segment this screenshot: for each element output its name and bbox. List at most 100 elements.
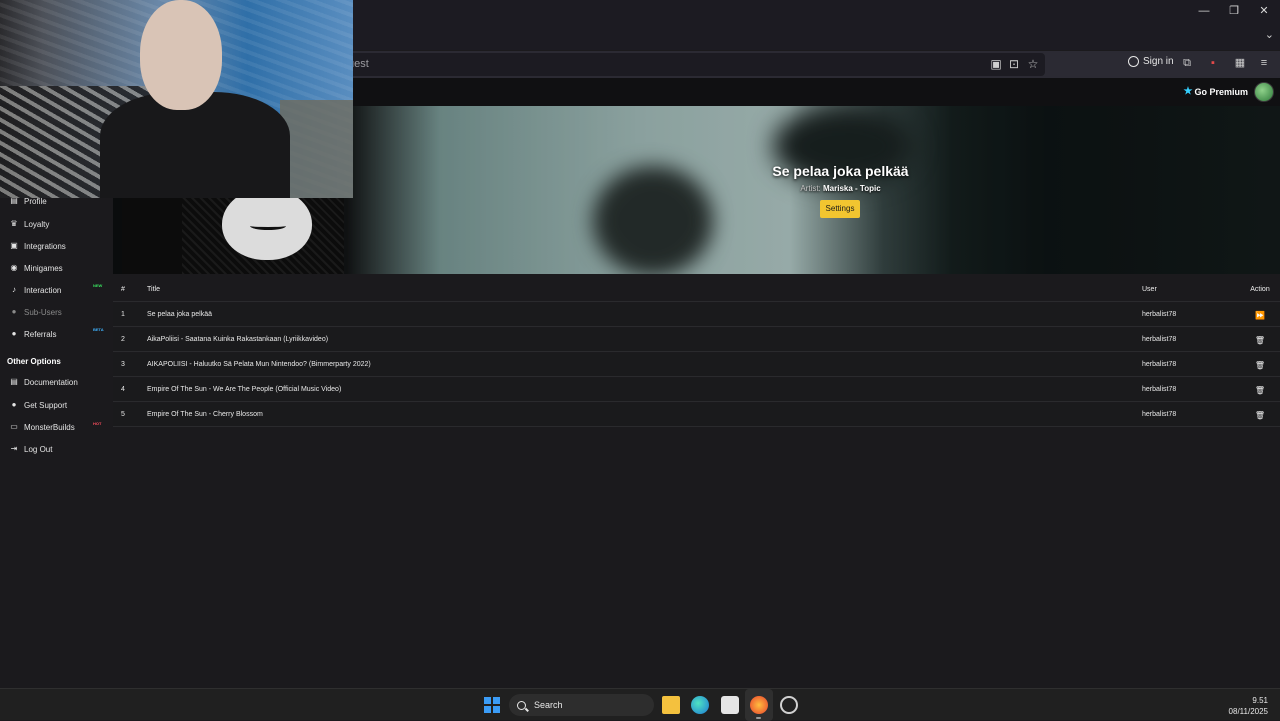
edge-browser-icon[interactable] — [691, 696, 709, 714]
album-cover-image — [122, 198, 344, 274]
header-user: User — [1142, 286, 1157, 293]
close-icon[interactable]: ✕ — [1250, 3, 1278, 19]
sidebar-item-monsterbuilds[interactable]: ▭ MonsterBuilds HOT — [0, 418, 113, 436]
taskbar-search[interactable]: Search — [509, 694, 654, 716]
hot-badge: HOT — [93, 421, 102, 426]
row-num: 2 — [121, 336, 125, 343]
app-icon[interactable] — [780, 696, 798, 714]
bookmark-star-icon[interactable]: ☆ — [1026, 57, 1040, 71]
artist-name: Mariska - Topic — [823, 184, 881, 193]
tab-list-chevron-icon[interactable]: ⌄ — [1265, 28, 1274, 41]
windows-start-icon[interactable] — [484, 697, 500, 713]
sidebar-item-label: Get Support — [24, 400, 68, 410]
sidebar-item-label: MonsterBuilds — [24, 422, 75, 432]
header-title: Title — [147, 286, 160, 293]
search-icon — [517, 700, 526, 710]
sign-in-button[interactable]: Sign in — [1128, 56, 1174, 67]
sidebar-item-label: Minigames — [24, 263, 63, 273]
account-icon — [1128, 56, 1139, 67]
music-icon: ♪ — [12, 285, 16, 294]
sidebar-item-interaction[interactable]: ♪ Interaction NEW — [0, 281, 113, 299]
star-icon: ★ — [1183, 86, 1193, 97]
table-row: 3 AIKAPOLIISI - Haluutko Sä Pelata Mun N… — [113, 353, 1280, 377]
skip-icon[interactable]: ⏩ — [1245, 311, 1275, 320]
clock-date: 08/11/2025 — [1228, 707, 1268, 716]
table-row: 1 Se pelaa joka pelkää herbalist78 ⏩ — [113, 303, 1280, 327]
trash-icon[interactable]: 🗑 — [1245, 386, 1275, 395]
sidebar-item-label: Referrals — [24, 329, 57, 339]
webcam-overlay — [0, 0, 353, 198]
monitor-icon: ▭ — [10, 422, 18, 431]
trash-icon[interactable]: 🗑 — [1245, 361, 1275, 370]
artist-label: Artist: — [800, 184, 821, 193]
row-num: 5 — [121, 411, 125, 418]
extension-badge-icon[interactable]: ▪ — [1206, 56, 1220, 70]
row-user: herbalist78 — [1142, 386, 1177, 393]
taskbar-search-label: Search — [534, 700, 563, 710]
users-icon: ● — [11, 307, 17, 316]
trash-icon[interactable]: 🗑 — [1245, 336, 1275, 345]
go-premium-label: Go Premium — [1194, 86, 1248, 97]
row-user: herbalist78 — [1142, 411, 1177, 418]
menu-hamburger-icon[interactable]: ≡ — [1257, 56, 1271, 70]
extension-addon-icon[interactable]: ▦ — [1233, 56, 1247, 70]
store-icon[interactable] — [721, 696, 739, 714]
gamepad-icon: ◉ — [10, 263, 18, 272]
sidebar-item-loyalty[interactable]: ♛ Loyalty — [0, 215, 113, 233]
taskbar: Search 9.51 08/11/2025 — [0, 688, 1280, 721]
row-title: AIKAPOLIISI - Haluutko Sä Pelata Mun Nin… — [147, 361, 371, 368]
settings-button[interactable]: Settings — [820, 200, 860, 218]
row-num: 1 — [121, 311, 125, 318]
maximize-icon[interactable]: ❐ — [1220, 3, 1248, 19]
id-card-icon: ▤ — [10, 196, 18, 205]
sidebar-item-minigames[interactable]: ◉ Minigames — [0, 259, 113, 277]
sidebar-item-label: Interaction — [24, 285, 62, 295]
file-explorer-icon[interactable] — [662, 696, 680, 714]
sidebar-item-label: Integrations — [24, 241, 66, 251]
table-row: 4 Empire Of The Sun - We Are The People … — [113, 378, 1280, 402]
user-plus-icon: ● — [11, 329, 17, 338]
table-row: 5 Empire Of The Sun - Cherry Blossom her… — [113, 403, 1280, 427]
sidebar-item-label: Documentation — [24, 377, 78, 387]
help-icon: ● — [11, 400, 17, 409]
beta-badge: BETA — [93, 327, 104, 332]
puzzle-icon: ▣ — [10, 241, 18, 250]
section-title-other-options: Other Options — [7, 357, 61, 366]
sidebar-item-integrations[interactable]: ▣ Integrations — [0, 237, 113, 255]
extensions-icon[interactable]: ⧉ — [1180, 56, 1194, 70]
minimize-icon[interactable]: — — [1190, 3, 1218, 19]
row-user: herbalist78 — [1142, 361, 1177, 368]
row-title: Se pelaa joka pelkää — [147, 311, 212, 318]
save-page-icon[interactable]: ⊡ — [1007, 57, 1021, 71]
sidebar-item-referrals[interactable]: ● Referrals BETA — [0, 325, 113, 343]
system-clock[interactable]: 9.51 08/11/2025 — [1229, 695, 1268, 717]
row-num: 3 — [121, 361, 125, 368]
sidebar-item-log-out[interactable]: ⇥ Log Out — [0, 440, 113, 458]
sidebar-item-get-support[interactable]: ● Get Support — [0, 396, 113, 414]
row-user: herbalist78 — [1142, 311, 1177, 318]
table-header-row: # Title User Action — [113, 278, 1280, 302]
sidebar-item-label: Loyalty — [24, 219, 50, 229]
new-badge: NEW — [93, 283, 103, 288]
avatar[interactable] — [1254, 82, 1274, 102]
sidebar-item-documentation[interactable]: ▤ Documentation — [0, 373, 113, 391]
row-num: 4 — [121, 386, 125, 393]
clock-time: 9.51 — [1252, 696, 1268, 705]
row-title: AikaPoliisi - Saatana Kuinka Rakastankaa… — [147, 336, 329, 343]
sidebar-item-label: Log Out — [24, 444, 53, 454]
sidebar-item-sub-users[interactable]: ● Sub-Users — [0, 303, 113, 321]
row-user: herbalist78 — [1142, 336, 1177, 343]
logout-icon: ⇥ — [10, 444, 18, 453]
row-title: Empire Of The Sun - Cherry Blossom — [147, 411, 263, 418]
trash-icon[interactable]: 🗑 — [1245, 411, 1275, 420]
sign-in-label: Sign in — [1143, 56, 1174, 67]
sidebar-item-label: Sub-Users — [24, 307, 62, 317]
row-title: Empire Of The Sun - We Are The People (O… — [147, 386, 342, 393]
book-icon: ▤ — [10, 377, 18, 386]
picture-in-picture-icon[interactable]: ▣ — [989, 57, 1003, 71]
firefox-icon[interactable] — [750, 696, 768, 714]
url-bar[interactable]: uest ▣ ⊡ ☆ — [300, 53, 1045, 76]
header-num: # — [121, 286, 125, 293]
trophy-icon: ♛ — [10, 219, 18, 228]
go-premium-link[interactable]: ★ Go Premium — [1184, 86, 1248, 97]
